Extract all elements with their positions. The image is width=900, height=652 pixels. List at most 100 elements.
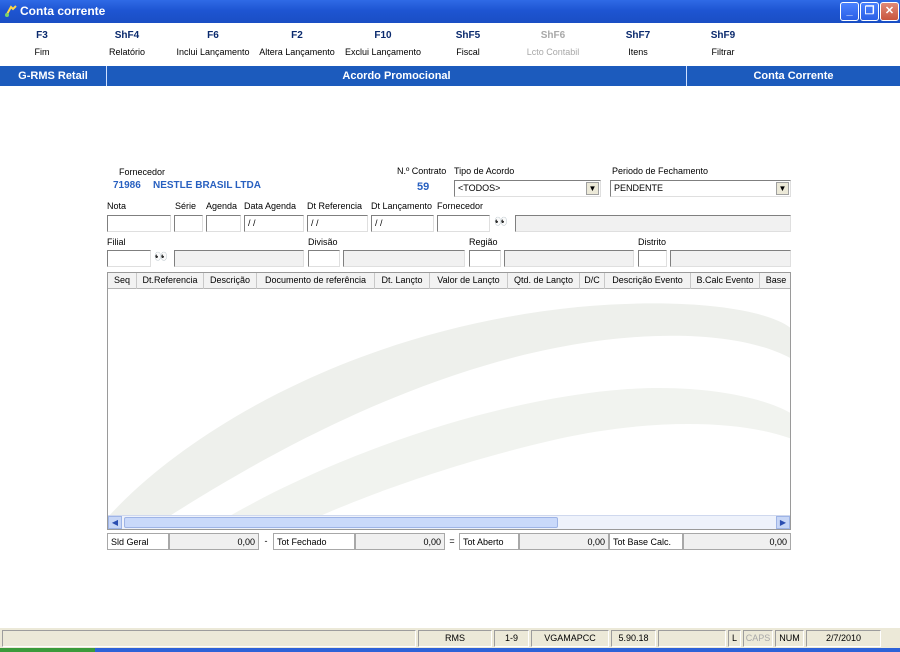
- fornecedor2-label: Fornecedor: [437, 201, 484, 211]
- fornecedor-name-field: [515, 215, 791, 232]
- maximize-button[interactable]: ❐: [860, 2, 879, 21]
- tot-base-label: Tot Base Calc.: [609, 533, 683, 550]
- shortcut-key: ShF5: [455, 30, 481, 41]
- scrollbar-thumb[interactable]: [124, 517, 558, 528]
- dt-lancamento-label: Dt Lançamento: [371, 201, 433, 211]
- status-bar: RMS 1-9 VGAMAPCC 5.90.18 L CAPS NUM 2/7/…: [0, 627, 900, 648]
- column-header[interactable]: D/C: [580, 273, 605, 289]
- column-header[interactable]: Documento de referência: [257, 273, 375, 289]
- column-header[interactable]: Valor de Lançto: [430, 273, 508, 289]
- band-left-label: G-RMS Retail: [18, 70, 88, 82]
- toolbar-button-fiscal[interactable]: ShF5 Fiscal: [426, 30, 510, 59]
- tipo-acordo-label: Tipo de Acordo: [454, 166, 515, 176]
- tot-fechado-value: 0,00: [355, 533, 445, 550]
- lancamentos-grid[interactable]: Seq Dt.Referencia Descrição Documento de…: [107, 272, 791, 530]
- sld-geral-value: 0,00: [169, 533, 259, 550]
- filial-input[interactable]: [107, 250, 151, 267]
- grid-header: Seq Dt.Referencia Descrição Documento de…: [108, 273, 790, 289]
- binoculars-icon[interactable]: 👀: [493, 214, 509, 231]
- toolbar-button-filtrar[interactable]: ShF9 Filtrar: [681, 30, 765, 59]
- fornecedor-name: NESTLE BRASIL LTDA: [153, 180, 261, 191]
- serie-label: Série: [175, 201, 197, 211]
- toolbar-button-relatorio[interactable]: ShF4 Relatório: [85, 30, 169, 59]
- watermark-swoosh: [108, 303, 790, 517]
- agenda-label: Agenda: [206, 201, 238, 211]
- contrato-value: 59: [417, 181, 430, 193]
- toolbar-label: Relatório: [108, 47, 146, 57]
- data-agenda-input[interactable]: / /: [244, 215, 304, 232]
- app-icon: [5, 5, 17, 17]
- equals-sign: =: [449, 536, 455, 546]
- toolbar-button-inclui-lancamento[interactable]: F6 Inclui Lançamento: [171, 30, 255, 59]
- column-header[interactable]: Descrição Evento: [605, 273, 691, 289]
- fornecedor-code-input[interactable]: [437, 215, 490, 232]
- column-header[interactable]: B.Calc Evento: [691, 273, 760, 289]
- status-message: [2, 630, 416, 647]
- window-title: Conta corrente: [20, 4, 106, 18]
- filial-name-field: [174, 250, 304, 267]
- tot-base-value: 0,00: [683, 533, 791, 550]
- toolbar-label: Inclui Lançamento: [176, 47, 250, 57]
- toolbar-button-itens[interactable]: ShF7 Itens: [596, 30, 680, 59]
- toolbar-label: Itens: [628, 47, 648, 57]
- nota-input[interactable]: [107, 215, 171, 232]
- column-header[interactable]: Descrição: [204, 273, 257, 289]
- toolbar-button-altera-lancamento[interactable]: F2 Altera Lançamento: [255, 30, 339, 59]
- sld-geral-label: Sld Geral: [107, 533, 169, 550]
- periodo-value: PENDENTE: [614, 183, 664, 193]
- column-header[interactable]: Dt.Referencia: [137, 273, 204, 289]
- shortcut-key: F6: [207, 30, 219, 41]
- horizontal-scrollbar[interactable]: ◀ ▶: [108, 515, 790, 529]
- band-right-label: Conta Corrente: [753, 70, 834, 82]
- shortcut-key: ShF4: [114, 30, 140, 41]
- distrito-input[interactable]: [638, 250, 667, 267]
- shortcut-key: F2: [291, 30, 303, 41]
- divisao-name-field: [343, 250, 465, 267]
- minimize-button[interactable]: _: [840, 2, 859, 21]
- title-bar: Conta corrente _ ❐ ✕: [0, 0, 900, 23]
- status-num: NUM: [775, 630, 804, 647]
- chevron-down-icon[interactable]: ▼: [586, 182, 599, 195]
- minus-sign: -: [264, 536, 268, 546]
- toolbar-button-fim[interactable]: F3 Fim: [0, 30, 84, 59]
- periodo-select[interactable]: PENDENTE ▼: [610, 180, 791, 197]
- start-button-edge[interactable]: [0, 648, 95, 652]
- tipo-acordo-value: <TODOS>: [458, 183, 501, 193]
- divisao-input[interactable]: [308, 250, 340, 267]
- regiao-input[interactable]: [469, 250, 501, 267]
- serie-input[interactable]: [174, 215, 203, 232]
- shortcut-key: ShF6: [540, 30, 566, 41]
- column-header[interactable]: Dt. Lançto: [375, 273, 430, 289]
- column-header[interactable]: Seq: [108, 273, 137, 289]
- shortcut-key: ShF7: [625, 30, 651, 41]
- periodo-label: Periodo de Fechamento: [612, 166, 709, 176]
- toolbar-label: Altera Lançamento: [259, 47, 335, 57]
- close-icon: ✕: [884, 5, 895, 17]
- tipo-acordo-select[interactable]: <TODOS> ▼: [454, 180, 601, 197]
- toolbar-button-exclui-lancamento[interactable]: F10 Exclui Lançamento: [341, 30, 425, 59]
- status-page: 1-9: [494, 630, 529, 647]
- binoculars-icon[interactable]: 👀: [153, 249, 169, 266]
- contrato-label: N.º Contrato: [397, 166, 447, 176]
- scroll-left-icon[interactable]: ◀: [108, 516, 122, 529]
- dt-referencia-input[interactable]: / /: [307, 215, 368, 232]
- restore-icon: ❐: [864, 5, 875, 17]
- close-button[interactable]: ✕: [880, 2, 899, 21]
- nota-label: Nota: [107, 201, 127, 211]
- toolbar-button-lcto-contabil[interactable]: ShF6 Lcto Contabil: [511, 30, 595, 59]
- data-agenda-label: Data Agenda: [244, 201, 297, 211]
- toolbar-label: Fiscal: [456, 47, 480, 57]
- column-header[interactable]: Base: [760, 273, 790, 289]
- filial-label: Filial: [107, 237, 126, 247]
- distrito-name-field: [670, 250, 791, 267]
- column-header[interactable]: Qtd. de Lançto: [508, 273, 580, 289]
- toolbar-label: Filtrar: [711, 47, 735, 57]
- dt-lancamento-input[interactable]: / /: [371, 215, 434, 232]
- chevron-down-icon[interactable]: ▼: [776, 182, 789, 195]
- toolbar-label: Fim: [34, 47, 50, 57]
- scroll-right-icon[interactable]: ▶: [776, 516, 790, 529]
- band-center-label: Acordo Promocional: [342, 70, 451, 82]
- status-caps: CAPS: [743, 630, 773, 647]
- divisao-label: Divisão: [308, 237, 338, 247]
- agenda-input[interactable]: [206, 215, 241, 232]
